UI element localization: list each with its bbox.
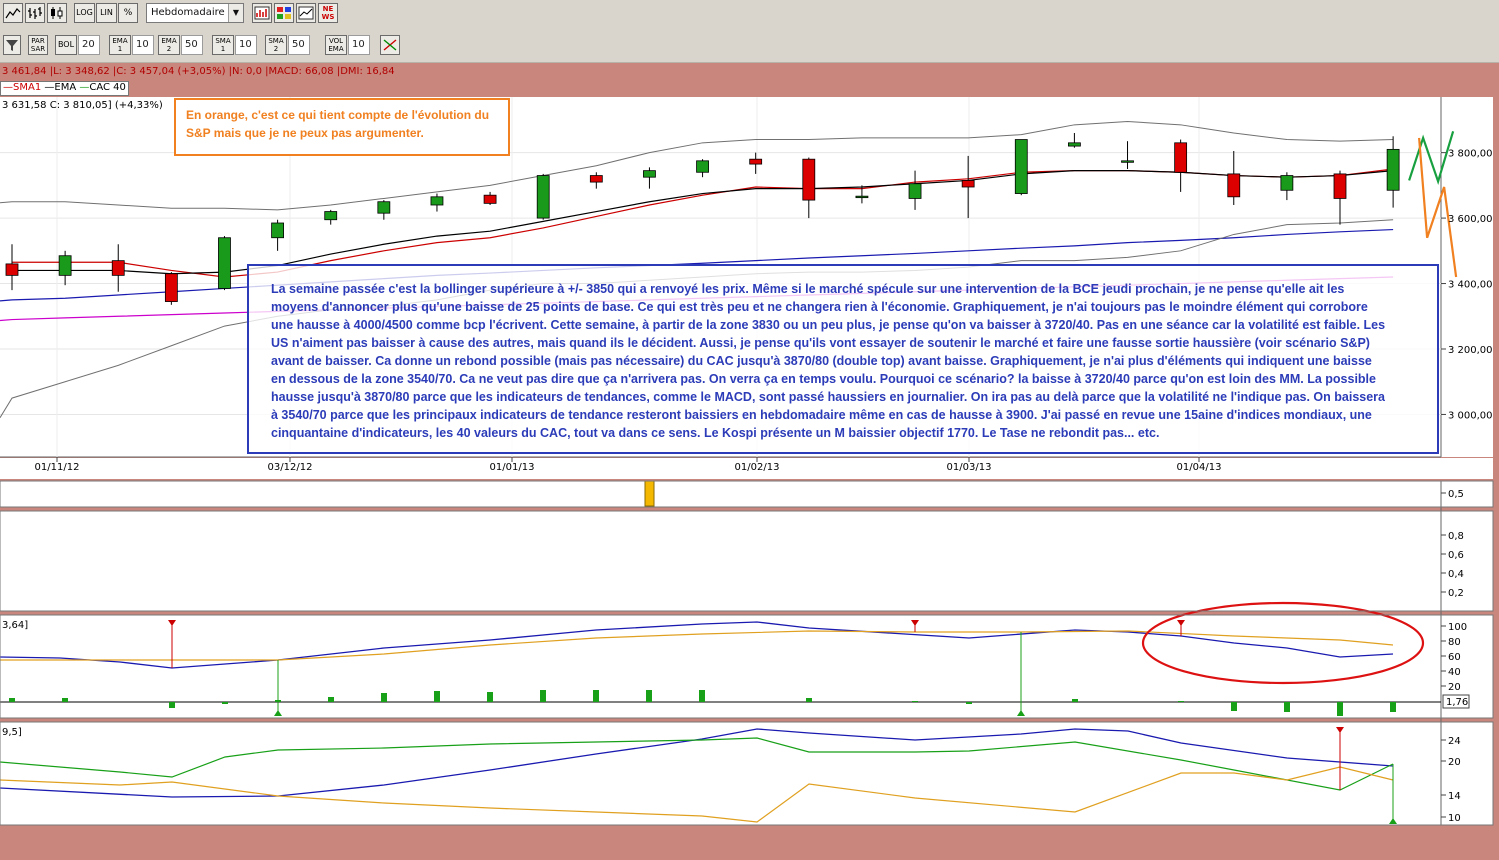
candle-body [111, 260, 125, 276]
macd-histogram-bar [1178, 701, 1184, 702]
candle-body [58, 255, 72, 276]
macd-histogram-bar [434, 691, 440, 702]
macd-histogram-bar [1072, 699, 1078, 702]
candle-body [377, 201, 391, 214]
candle-body [961, 180, 975, 188]
volume-axis-label: 0,5 [1448, 489, 1464, 500]
stoch-axis-label: 60 [1448, 652, 1461, 663]
blue-annotation-line: La semaine passée c'est la bollinger sup… [271, 282, 1345, 296]
candle-body [696, 160, 709, 173]
macd-histogram-bar [1284, 702, 1290, 712]
candle-body [1386, 148, 1400, 191]
macd-histogram-bar [62, 698, 68, 702]
stoch-axis-label: 40 [1448, 667, 1461, 678]
dmi-axis-label: 10 [1448, 813, 1461, 824]
macd-histogram-bar [1337, 702, 1343, 716]
candle-body [5, 263, 19, 276]
dmi-axis-label: 24 [1448, 736, 1461, 747]
macd-histogram-bar [1390, 702, 1396, 712]
candle-body [1174, 142, 1188, 173]
price-axis-label: 3 400,00 [1448, 280, 1493, 291]
stoch-axis-label: 20 [1448, 682, 1461, 693]
indicator-axis-label: 0,2 [1448, 588, 1464, 599]
candle-body [1227, 173, 1241, 198]
blue-annotation-line: US n'aiment pas baisser à cause des autr… [271, 336, 1370, 350]
stoch-axis-label: 80 [1448, 637, 1461, 648]
dmi-panel-label: 9,5] [2, 727, 22, 738]
macd-histogram-bar [487, 692, 493, 702]
date-axis-label: 01/02/13 [735, 462, 780, 473]
macd-histogram-bar [646, 690, 652, 702]
candle-body [536, 175, 550, 219]
indicator-axis-label: 0,8 [1448, 531, 1464, 542]
candle-body [164, 273, 178, 302]
price-axis-label: 3 000,00 [1448, 410, 1493, 421]
candle-body [802, 158, 816, 201]
volume-panel [0, 481, 1493, 507]
date-axis-label: 01/11/12 [35, 462, 80, 473]
blue-annotation-line: une hausse à 4000/4500 comme bcp l'écriv… [271, 318, 1386, 332]
indicator-axis-label: 0,4 [1448, 569, 1464, 580]
stoch-value: 1,76 [1446, 697, 1468, 708]
candle-body [271, 222, 285, 239]
price-axis-label: 3 600,00 [1448, 214, 1493, 225]
macd-histogram-bar [593, 690, 599, 702]
price-axis-label: 3 200,00 [1448, 345, 1493, 356]
blue-annotation-line: à 3540/70 parce que les principaux indic… [271, 408, 1372, 422]
macd-histogram-bar [912, 701, 918, 702]
stoch-axis-label: 100 [1448, 622, 1467, 633]
stoch-panel-label: 3,64] [2, 620, 28, 631]
dmi-axis-label: 14 [1448, 791, 1461, 802]
indicator-axis-label: 0,6 [1448, 550, 1464, 561]
macd-histogram-bar [328, 697, 334, 702]
price-axis-label: 3 800,00 [1448, 149, 1493, 160]
blue-annotation-line: cinquantaine d'indicateurs, les 40 valeu… [271, 426, 1160, 440]
dmi-axis-label: 20 [1448, 757, 1461, 768]
candle-body [483, 194, 497, 204]
candle-body [749, 158, 763, 165]
macd-histogram-bar [699, 690, 705, 702]
candle-body [324, 211, 338, 221]
macd-histogram-bar [222, 702, 228, 704]
date-axis-label: 01/03/13 [947, 462, 992, 473]
macd-histogram-bar [966, 702, 972, 704]
candle-body [908, 183, 922, 199]
orange-annotation: En orange, c'est ce qui tient compte de … [174, 98, 510, 156]
candle-body [1280, 175, 1294, 191]
date-axis-label: 03/12/12 [268, 462, 313, 473]
price-header: 3 631,58 C: 3 810,05] (+4,33%) [2, 100, 163, 111]
date-axis-label: 01/04/13 [1177, 462, 1222, 473]
blue-annotation-line: avant de baisser. Ca donne un rebond pos… [271, 354, 1372, 368]
macd-histogram-bar [806, 698, 812, 702]
blue-annotation-text: La semaine passée c'est la bollinger sup… [271, 280, 1437, 442]
blue-annotation: La semaine passée c'est la bollinger sup… [247, 264, 1439, 454]
candle-body [218, 237, 231, 289]
candle-body [589, 175, 603, 183]
dmi-panel [0, 722, 1493, 825]
macd-histogram-bar [9, 698, 15, 702]
macd-histogram-bar [1231, 702, 1237, 711]
date-axis-label: 01/01/13 [490, 462, 535, 473]
candle-body [430, 196, 444, 206]
blue-annotation-line: moyens d'annoncer plus qu'une baisse de … [271, 300, 1368, 314]
indicator-panel [0, 511, 1493, 611]
volume-bar [644, 480, 655, 507]
candle-body [1121, 160, 1134, 163]
macd-histogram-bar [540, 690, 546, 702]
candle-body [643, 170, 656, 178]
blue-annotation-line: en dessous de la zone 3540/70. Ca ne veu… [271, 372, 1376, 386]
candle-body [1068, 142, 1081, 147]
candle-body [855, 195, 869, 199]
blue-annotation-line: hausse jusqu'à 3870/80 parce que les ind… [271, 390, 1385, 404]
candle-body [1014, 139, 1028, 194]
macd-histogram-bar [169, 702, 175, 708]
candle-body [1333, 173, 1347, 199]
macd-histogram-bar [381, 693, 387, 702]
